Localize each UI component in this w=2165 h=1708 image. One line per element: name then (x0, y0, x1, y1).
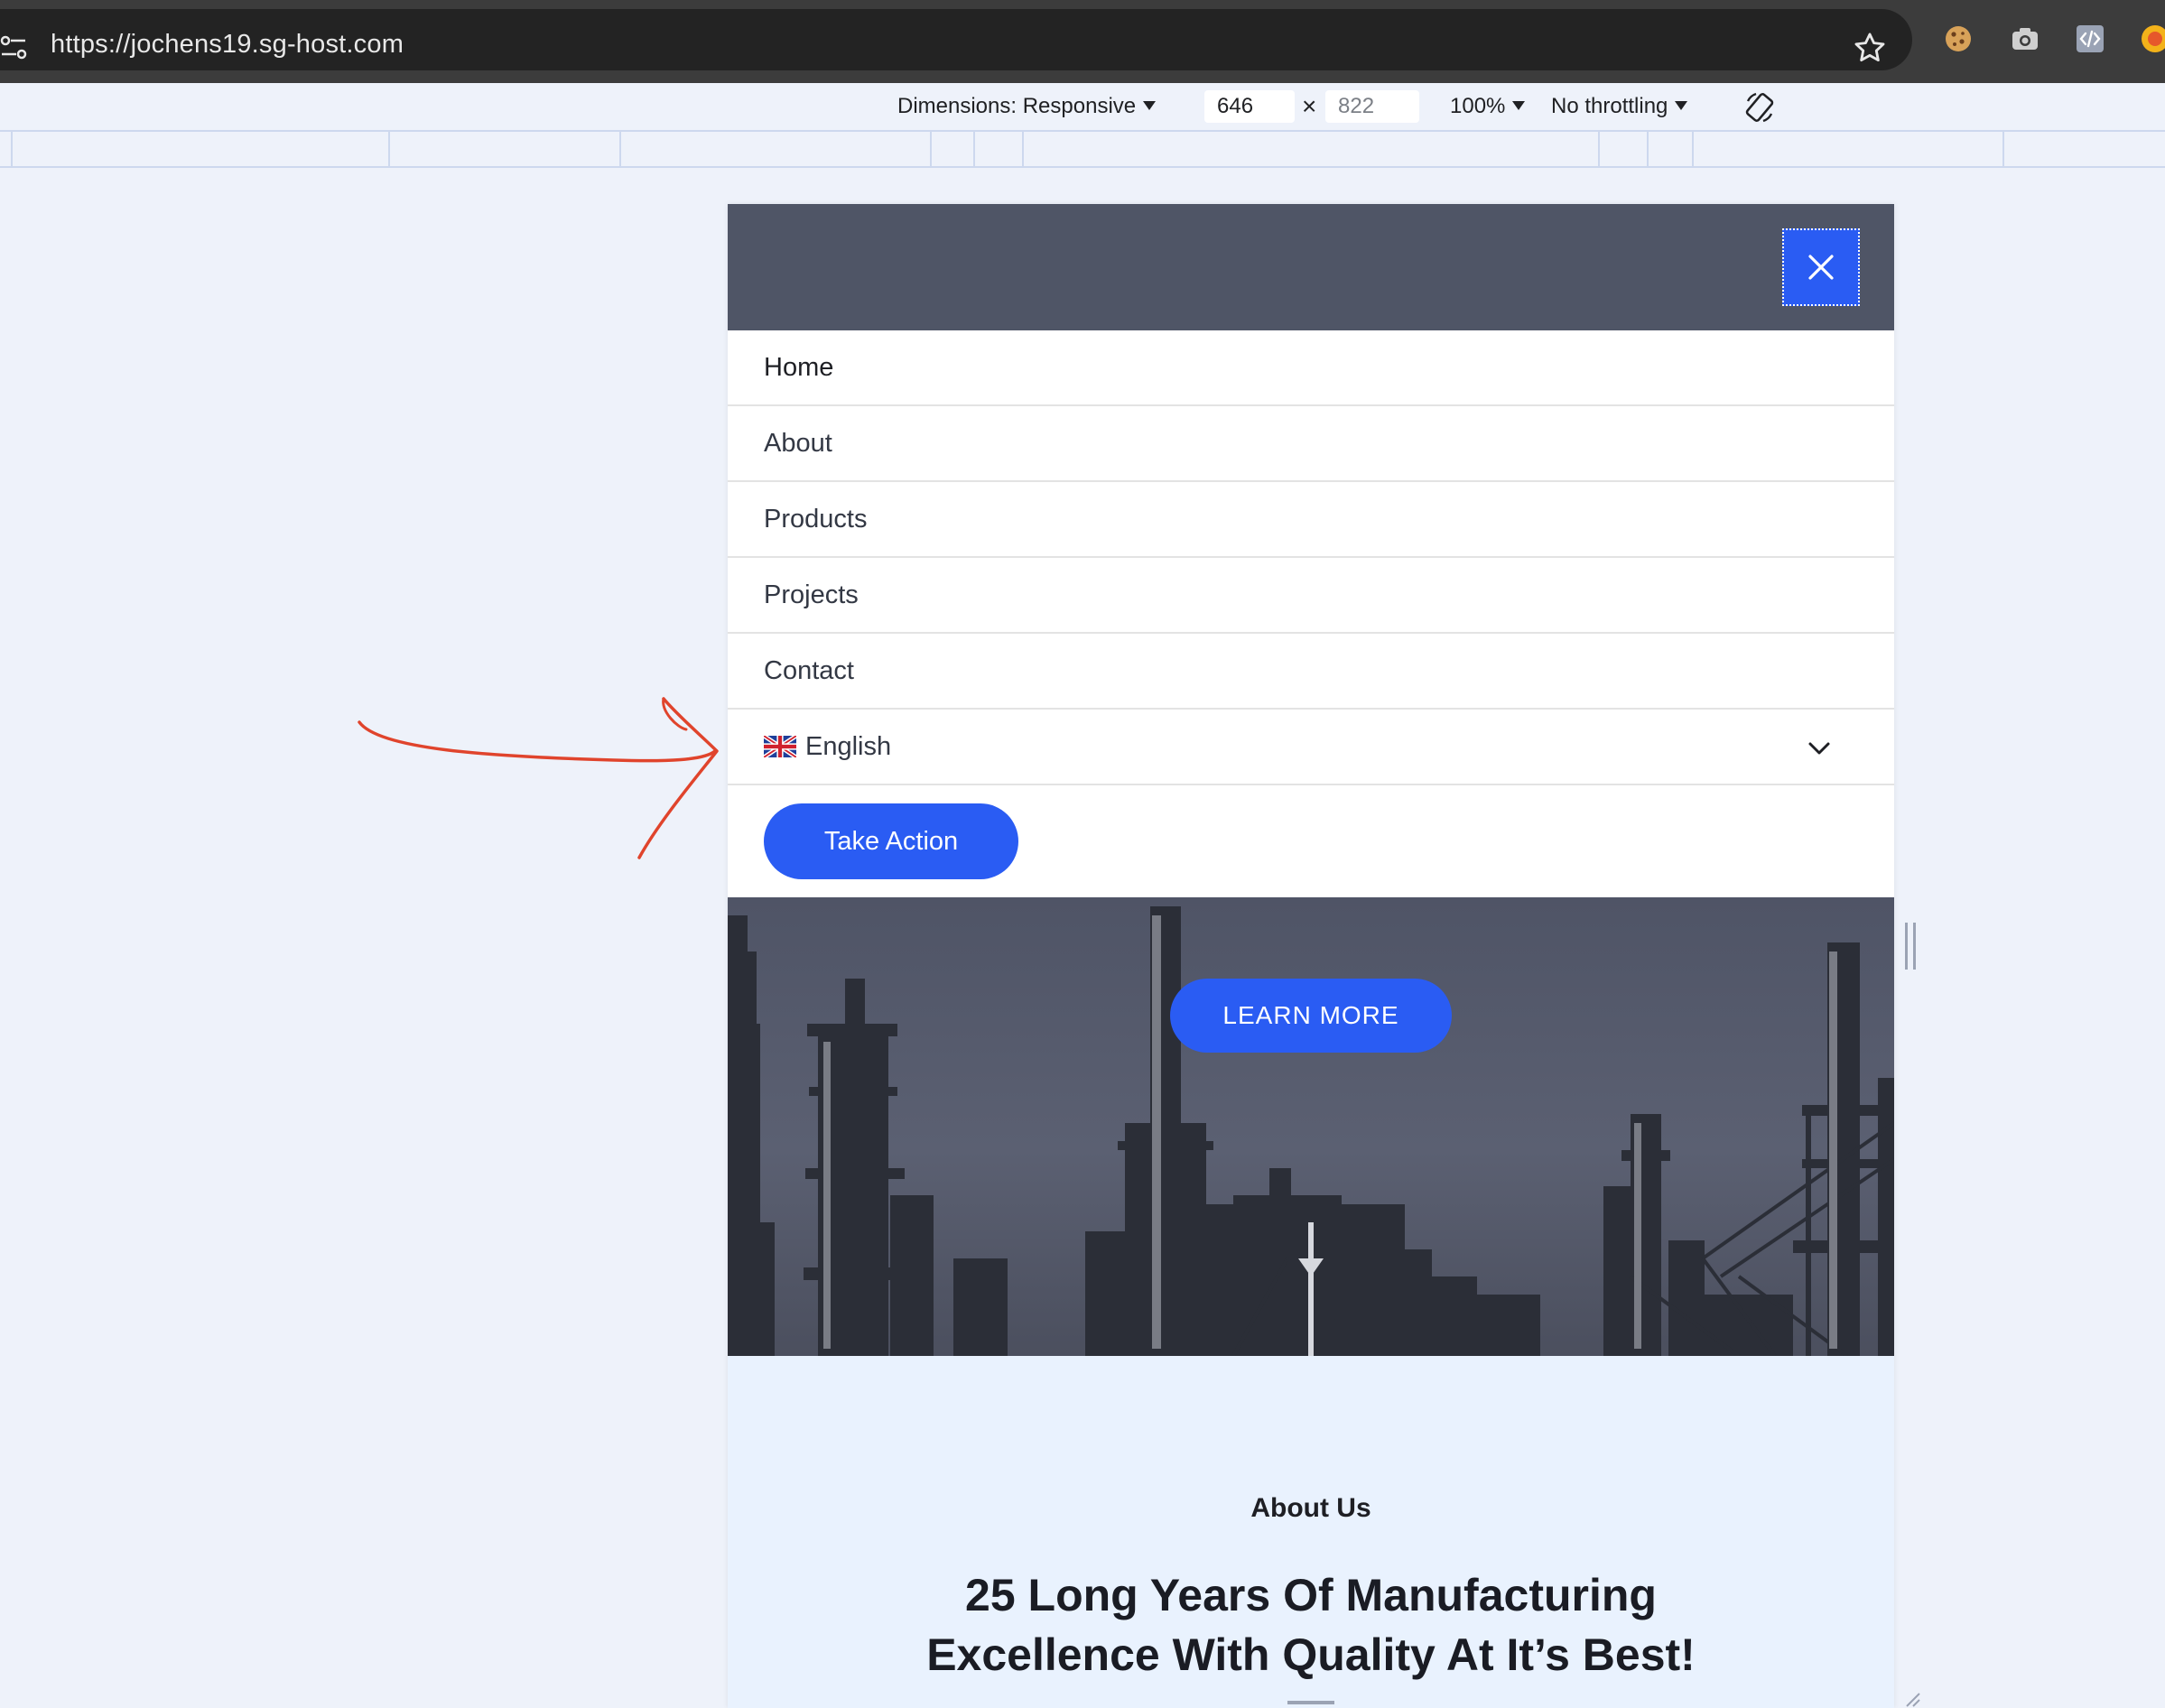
throttling-label: No throttling (1551, 94, 1668, 118)
language-label: English (805, 731, 892, 761)
camera-extension-icon[interactable] (2010, 23, 2040, 54)
take-action-button[interactable]: Take Action (764, 803, 1018, 879)
menu-item-label: Products (764, 504, 868, 534)
about-heading: 25 Long Years Of Manufacturing Excellenc… (728, 1565, 1894, 1685)
chevron-down-icon[interactable] (1806, 735, 1833, 762)
menu-item-label: Contact (764, 655, 854, 685)
menu-item-projects[interactable]: Projects (728, 558, 1894, 634)
caret-down-icon (1143, 101, 1157, 110)
height-input[interactable]: 822 (1325, 90, 1419, 123)
ruler-mark (388, 132, 390, 166)
close-menu-button[interactable] (1782, 228, 1860, 306)
corner-resize-icon[interactable] (1905, 1692, 1921, 1708)
url-text[interactable]: https://jochens19.sg-host.com (51, 30, 404, 60)
site-info-icon[interactable] (0, 32, 27, 63)
times-symbol: × (1302, 92, 1317, 120)
menu-item-home[interactable]: Home (728, 330, 1894, 406)
emulated-viewport: Home About Products Projects Contact Eng… (728, 204, 1894, 1708)
bookmark-star-icon[interactable] (1853, 31, 1887, 65)
menu-item-label: About (764, 428, 832, 458)
viewport-resize-handle[interactable] (1905, 923, 1916, 970)
caret-down-icon (1675, 101, 1688, 110)
annotation-arrow-icon (358, 697, 719, 859)
cookie-extension-icon[interactable] (1943, 23, 1974, 54)
address-bar[interactable]: https://jochens19.sg-host.com (0, 9, 1912, 70)
viewport-bottom-resize-handle[interactable] (1287, 1701, 1334, 1704)
learn-more-button[interactable]: LEARN MORE (1170, 979, 1452, 1053)
ruler-mark (1692, 132, 1694, 166)
ruler-mark (1647, 132, 1649, 166)
ruler-mark (930, 132, 932, 166)
about-label: About Us (1250, 1493, 1371, 1523)
ruler-mark (1022, 132, 1024, 166)
menu-item-products[interactable]: Products (728, 482, 1894, 558)
code-extension-icon[interactable] (2075, 23, 2105, 54)
uk-flag-icon (764, 736, 796, 757)
browser-toolbar: https://jochens19.sg-host.com (0, 0, 2165, 83)
dimensions-label: Dimensions: Responsive (897, 94, 1137, 118)
width-input[interactable]: 646 (1204, 90, 1295, 123)
language-switcher[interactable]: English (728, 710, 1894, 785)
zoom-dropdown[interactable]: 100% (1450, 94, 1526, 119)
about-heading-line: Excellence With Quality At It’s Best! (926, 1629, 1696, 1680)
ruler-mark (11, 132, 13, 166)
refinery-background-image (728, 906, 1894, 1356)
hero-section: LEARN MORE (728, 897, 1894, 1356)
menu-item-contact[interactable]: Contact (728, 634, 1894, 710)
ruler-mark (2002, 132, 2004, 166)
menu-item-about[interactable]: About (728, 406, 1894, 482)
seo-extension-icon[interactable] (2140, 23, 2165, 54)
throttling-dropdown[interactable]: No throttling (1551, 94, 1688, 119)
zoom-label: 100% (1450, 94, 1506, 118)
close-icon (1808, 255, 1834, 280)
mobile-menu-header (728, 204, 1894, 330)
mobile-nav-menu: Home About Products Projects Contact Eng… (728, 330, 1894, 785)
menu-item-label: Projects (764, 580, 859, 609)
screen: https://jochens19.sg-host.com Dimensions… (0, 0, 2165, 1708)
rotate-icon[interactable] (1742, 90, 1777, 125)
ruler-mark (973, 132, 975, 166)
ruler-mark (619, 132, 621, 166)
menu-item-label: Home (764, 352, 834, 382)
media-query-ruler (0, 130, 2165, 168)
dimensions-dropdown[interactable]: Dimensions: Responsive (897, 94, 1157, 119)
caret-down-icon (1512, 101, 1526, 110)
about-heading-line: 25 Long Years Of Manufacturing (965, 1570, 1657, 1620)
about-section: About Us 25 Long Years Of Manufacturing … (728, 1356, 1894, 1708)
device-toolbar: Dimensions: Responsive 646 × 822 100% No… (0, 83, 2165, 130)
ruler-mark (1598, 132, 1600, 166)
